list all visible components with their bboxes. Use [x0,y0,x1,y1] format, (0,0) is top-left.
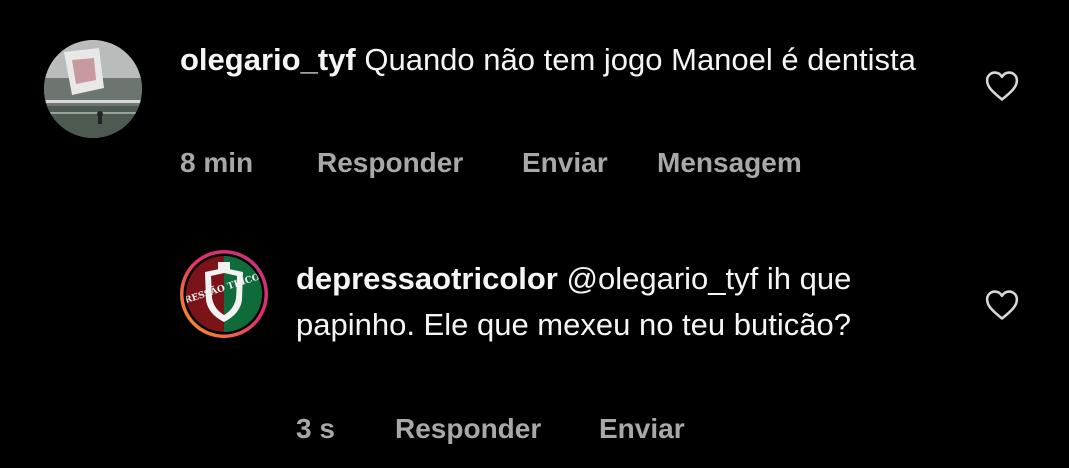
heart-outline-icon[interactable] [985,70,1019,102]
stadium-photo-avatar-icon [44,40,142,138]
comment: olegario_tyf Quando não tem jogo Manoel … [0,0,1069,200]
reply-button[interactable]: Responder [317,147,463,179]
comment-actions: 3 s Responder Enviar [296,413,796,447]
avatar[interactable]: DEPRESSÃO TRICOLOR [178,248,270,340]
comment-text: olegario_tyf Quando não tem jogo Manoel … [180,37,960,83]
comment-time: 3 s [296,413,335,444]
depressao-tricolor-crest-avatar-icon: DEPRESSÃO TRICOLOR [180,250,268,338]
reply-comment: DEPRESSÃO TRICOLOR depressaotricolor @ol… [0,220,1069,468]
comment-username[interactable]: depressaotricolor [296,261,558,296]
comment-actions: 8 min Responder Enviar Mensagem [180,147,880,181]
reply-button[interactable]: Responder [395,413,541,445]
send-button[interactable]: Enviar [522,147,608,179]
comment-body: Quando não tem jogo Manoel é dentista [364,42,916,77]
heart-outline-icon[interactable] [985,289,1019,321]
avatar[interactable] [44,40,142,138]
comment-text: depressaotricolor @olegario_tyf ih que p… [296,256,926,348]
message-button[interactable]: Mensagem [657,147,802,179]
send-button[interactable]: Enviar [599,413,685,445]
comment-time: 8 min [180,147,254,178]
comment-username[interactable]: olegario_tyf [180,42,356,77]
